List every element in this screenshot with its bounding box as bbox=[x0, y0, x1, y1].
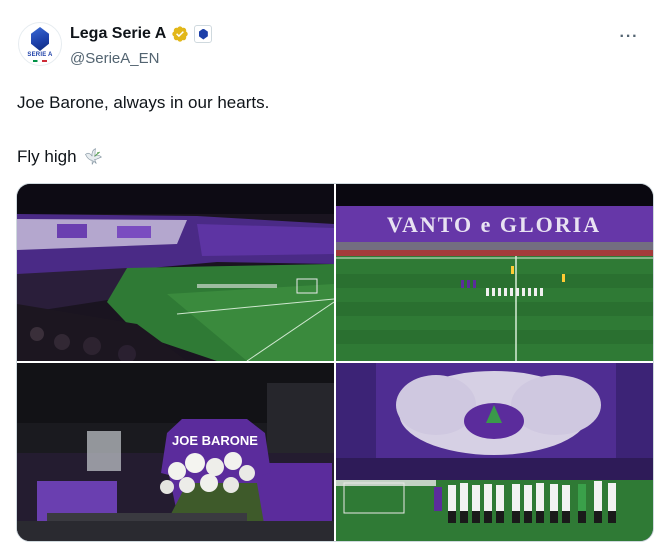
tweet-card: SERIE A Lega Serie A @SerieA_EN ··· Joe … bbox=[0, 0, 658, 544]
serie-a-logo-icon bbox=[31, 27, 49, 51]
tweet-line-2: Fly high bbox=[17, 146, 269, 168]
italian-flag-stripe bbox=[33, 60, 47, 62]
tweet-line-1: Joe Barone, always in our hearts. bbox=[17, 93, 270, 112]
jersey-text: JOE BARONE bbox=[172, 433, 258, 448]
media-grid: VANTO e GLORIA JOE BARONE bbox=[16, 183, 654, 542]
name-row: Lega Serie A bbox=[70, 25, 213, 43]
display-name[interactable]: Lega Serie A bbox=[70, 25, 166, 43]
photo-jersey-flowers[interactable]: JOE BARONE bbox=[17, 363, 334, 541]
dove-icon bbox=[83, 147, 103, 167]
tweet-text: Joe Barone, always in our hearts. Fly hi… bbox=[17, 92, 269, 168]
banner-text: VANTO e GLORIA bbox=[387, 212, 601, 237]
photo-stadium-overview[interactable] bbox=[17, 184, 334, 361]
more-options-icon[interactable]: ··· bbox=[618, 26, 640, 48]
serie-a-affiliate-icon[interactable] bbox=[194, 25, 213, 43]
verified-badge-icon[interactable] bbox=[171, 25, 189, 43]
handle[interactable]: @SerieA_EN bbox=[70, 50, 159, 67]
tweet-line-2-text: Fly high bbox=[17, 147, 77, 166]
photo-pitch-banner[interactable]: VANTO e GLORIA bbox=[336, 184, 653, 361]
avatar-text: SERIE A bbox=[27, 52, 53, 58]
photo-team-lineup[interactable] bbox=[336, 363, 653, 541]
avatar[interactable]: SERIE A bbox=[18, 22, 62, 66]
